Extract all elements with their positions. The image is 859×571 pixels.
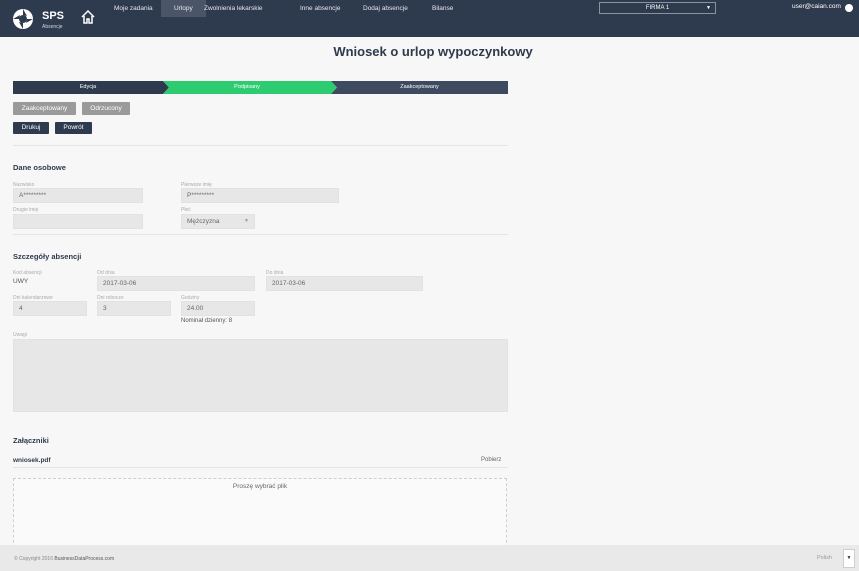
- footer: © Copyright 2016 BusinessDataProcess.com…: [0, 545, 859, 571]
- accept-button[interactable]: Zaakceptowany: [13, 102, 76, 115]
- top-navbar: SPS Absencje Moje zadania Urlopy Zwolnie…: [0, 0, 859, 37]
- download-link[interactable]: Pobierz: [481, 457, 501, 463]
- personal-section-title: Dane osobowe: [13, 163, 66, 172]
- middlename-field[interactable]: [13, 214, 143, 229]
- logo-subtitle: Absencje: [42, 24, 63, 30]
- print-button[interactable]: Drukuj: [13, 122, 49, 134]
- home-icon[interactable]: [80, 9, 96, 25]
- work-days-field[interactable]: 3: [97, 301, 171, 316]
- hours-field[interactable]: 24.00: [181, 301, 255, 316]
- step-podpisany: Podpisany: [234, 84, 260, 90]
- company-select[interactable]: FIRMA 1 ▼: [599, 2, 716, 14]
- nav-bilanse[interactable]: Bilanse: [430, 0, 455, 17]
- middlename-label: Drugie imię: [13, 207, 39, 213]
- absence-section-title: Szczegóły absencji: [13, 252, 82, 261]
- divider: [13, 467, 508, 468]
- nav-inne-absencje[interactable]: Inne absencje: [298, 0, 342, 17]
- back-button[interactable]: Powrót: [55, 122, 92, 134]
- from-date-field[interactable]: 2017-03-06: [97, 276, 255, 291]
- page-title: Wniosek o urlop wypoczynkowy: [333, 44, 533, 59]
- absence-code-label: Kod absencji: [13, 270, 42, 276]
- reject-button[interactable]: Odrzucony: [82, 102, 130, 115]
- nav-urlopy[interactable]: Urlopy: [161, 0, 206, 17]
- to-date-field[interactable]: 2017-03-06: [266, 276, 423, 291]
- user-avatar-icon[interactable]: [845, 4, 853, 12]
- firstname-field[interactable]: P*********: [181, 188, 339, 203]
- gender-select-value: Mężczyzna: [187, 218, 220, 225]
- copyright-text: © Copyright 2016 BusinessDataProcess.com: [14, 556, 114, 562]
- language-label: Polish: [817, 555, 832, 561]
- dropzone-text: Proszę wybrać plik: [232, 483, 288, 490]
- gender-select[interactable]: Mężczyzna ▼: [181, 214, 255, 229]
- chevron-down-icon: ▼: [846, 555, 852, 561]
- divider: [13, 234, 508, 235]
- attachments-section-title: Załączniki: [13, 436, 49, 445]
- company-select-value: FIRMA 1: [645, 5, 670, 11]
- nav-zwolnienia-lekarskie[interactable]: Zwolnienia lekarskie: [202, 0, 265, 17]
- aperture-logo-icon[interactable]: [12, 8, 34, 30]
- absence-code-value: UWY: [13, 278, 29, 285]
- gender-label: Płeć: [181, 207, 191, 213]
- nav-dodaj-absencje[interactable]: Dodaj absencje: [361, 0, 410, 17]
- copyright-prefix: © Copyright 2016: [14, 556, 53, 562]
- language-dropdown-button[interactable]: ▼: [843, 549, 855, 568]
- calendar-days-field[interactable]: 4: [13, 301, 87, 316]
- copyright-company: BusinessDataProcess.com: [54, 556, 115, 562]
- surname-field[interactable]: A*********: [13, 188, 143, 203]
- file-dropzone[interactable]: Proszę wybrać plik: [13, 478, 507, 548]
- chevron-down-icon: ▼: [706, 5, 711, 11]
- step-zaakceptowany: Zaakceptowany: [400, 84, 439, 90]
- step-edycja: Edycja: [79, 84, 97, 90]
- user-email[interactable]: user@caian.com: [792, 3, 841, 10]
- chevron-down-icon: ▼: [244, 218, 249, 224]
- attachment-file-link[interactable]: wniosek.pdf: [13, 457, 51, 464]
- notes-textarea[interactable]: [13, 339, 508, 412]
- logo-title: SPS: [42, 10, 65, 22]
- daily-norm-text: Nominał dzienny: 8: [181, 318, 233, 324]
- divider: [13, 145, 508, 146]
- nav-moje-zadania[interactable]: Moje zadania: [112, 0, 155, 17]
- notes-label: Uwagi: [13, 332, 27, 338]
